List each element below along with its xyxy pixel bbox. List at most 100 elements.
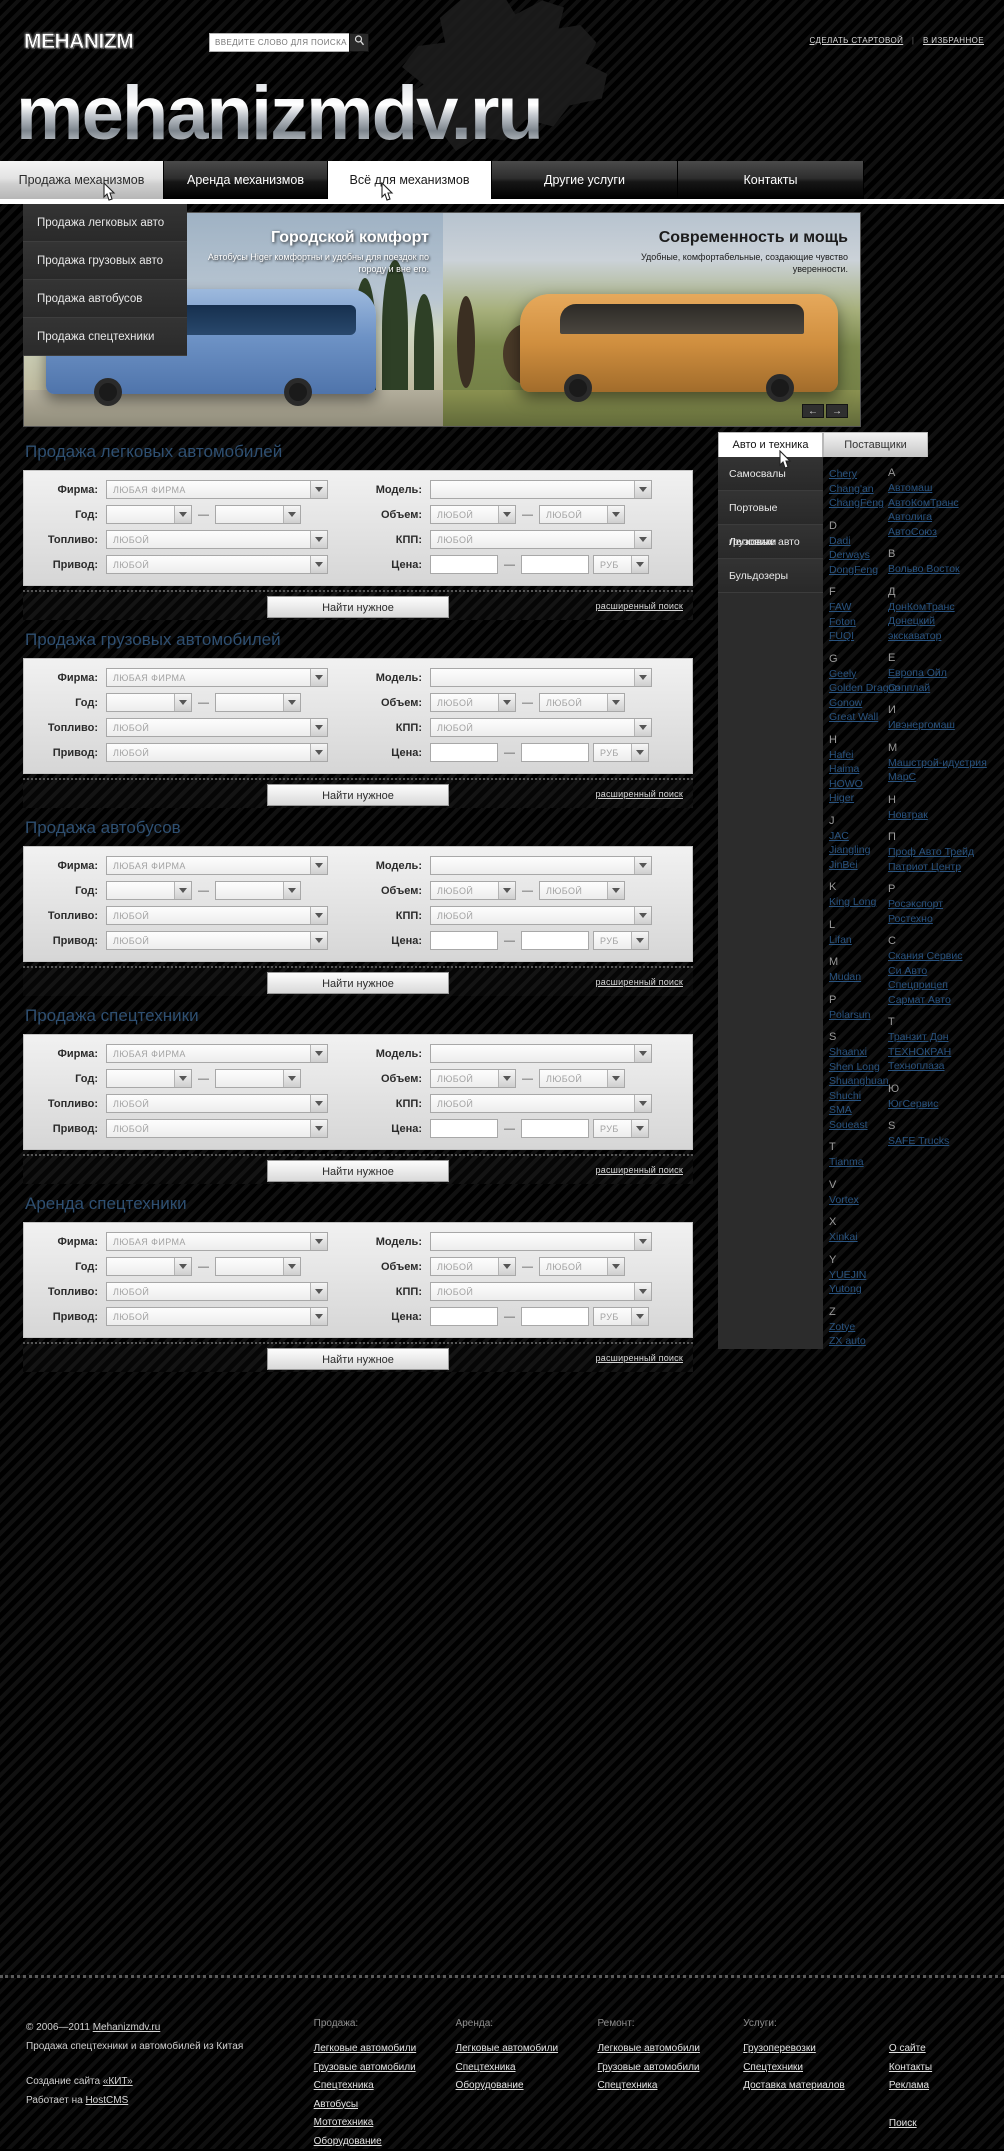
footer-link[interactable]: Грузовые автомобили [314, 2059, 456, 2078]
chevron-down-icon[interactable] [310, 907, 327, 924]
banner-slide-suv[interactable]: Современность и мощь Удобные, комфортабе… [443, 213, 861, 427]
field-volume-to-1[interactable]: любой [539, 693, 625, 712]
supplier-link[interactable]: Транзит Дон [888, 1030, 990, 1045]
tab-auto-i-tehnika[interactable]: Авто и техника [718, 432, 823, 457]
chevron-down-icon[interactable] [634, 1045, 651, 1062]
brand-link[interactable]: Soueast [829, 1118, 880, 1133]
add-favorites-link[interactable]: В ИЗБРАННОЕ [923, 36, 984, 45]
footer-created-link[interactable]: «КИТ» [103, 2076, 133, 2087]
field-model-4[interactable] [430, 1232, 652, 1251]
chevron-down-icon[interactable] [283, 1070, 300, 1087]
field-fuel-4[interactable]: любой [106, 1282, 328, 1301]
footer-link[interactable]: Мототехника [314, 2114, 456, 2133]
extended-search-link-2[interactable]: расширенный поиск [596, 977, 683, 987]
brand-link[interactable]: Chery [829, 467, 880, 482]
chevron-down-icon[interactable] [631, 1120, 648, 1137]
category-legkovye-avto[interactable]: Легковые авто [718, 525, 823, 559]
field-firm-1[interactable]: ЛЮБАЯ ФИРМА [106, 668, 328, 687]
chevron-down-icon[interactable] [498, 1070, 515, 1087]
supplier-link[interactable]: Скания Сервис [888, 949, 990, 964]
field-price-from-2[interactable] [430, 931, 498, 950]
chevron-down-icon[interactable] [631, 556, 648, 573]
brand-link[interactable]: Dadi [829, 534, 880, 549]
brand-link[interactable]: Polarsun [829, 1008, 880, 1023]
supplier-link[interactable]: АвтоСоюз [888, 525, 990, 540]
supplier-link[interactable]: Автомаш [888, 481, 990, 496]
chevron-down-icon[interactable] [283, 882, 300, 899]
field-firm-2[interactable]: ЛЮБАЯ ФИРМА [106, 856, 328, 875]
dropdown-item-avtobusy[interactable]: Продажа автобусов [23, 280, 187, 318]
supplier-link[interactable]: Спецприцеп [888, 978, 990, 993]
field-year-to-0[interactable] [215, 505, 301, 524]
brand-link[interactable]: Vortex [829, 1193, 880, 1208]
supplier-link[interactable]: Ростехно [888, 912, 990, 927]
chevron-down-icon[interactable] [634, 1095, 651, 1112]
brand-link[interactable]: Tianma [829, 1155, 880, 1170]
brand-link[interactable]: Zotye [829, 1320, 880, 1335]
dropdown-item-legkovye[interactable]: Продажа легковых авто [23, 204, 187, 242]
brand-link[interactable]: Shuchi [829, 1089, 880, 1104]
field-price-to-4[interactable] [521, 1307, 589, 1326]
brand-link[interactable]: ChangFeng [829, 496, 880, 511]
chevron-down-icon[interactable] [634, 531, 651, 548]
footer-link[interactable]: О сайте [889, 2040, 1004, 2059]
brand-link[interactable]: Geely [829, 667, 880, 682]
brand-link[interactable]: Hafei [829, 748, 880, 763]
supplier-link[interactable]: Патриот Центр [888, 860, 990, 875]
field-kpp-1[interactable]: любой [430, 718, 652, 737]
category-samosvaly[interactable]: Самосвалы [718, 457, 823, 491]
brand-link[interactable]: Lifan [829, 933, 880, 948]
chevron-down-icon[interactable] [310, 556, 327, 573]
field-model-2[interactable] [430, 856, 652, 875]
chevron-down-icon[interactable] [310, 531, 327, 548]
brand-link[interactable]: Shen Long [829, 1060, 880, 1075]
footer-link[interactable]: Доставка материалов [743, 2077, 889, 2096]
footer-link[interactable]: Грузовые автомобили [597, 2059, 743, 2078]
field-year-from-3[interactable] [106, 1069, 192, 1088]
chevron-down-icon[interactable] [607, 882, 624, 899]
field-fuel-2[interactable]: любой [106, 906, 328, 925]
field-price-from-3[interactable] [430, 1119, 498, 1138]
field-volume-from-4[interactable]: любой [430, 1257, 516, 1276]
brand-link[interactable]: King Long [829, 895, 880, 910]
chevron-down-icon[interactable] [310, 1283, 327, 1300]
field-price-to-0[interactable] [521, 555, 589, 574]
chevron-down-icon[interactable] [310, 669, 327, 686]
site-logo[interactable]: MEHANIZM [24, 30, 133, 54]
nav-item-arenda[interactable]: Аренда механизмов [164, 161, 328, 199]
supplier-link[interactable]: ТЕХНОКРАН [888, 1045, 990, 1060]
brand-link[interactable]: Haima [829, 762, 880, 777]
field-volume-from-3[interactable]: любой [430, 1069, 516, 1088]
brand-link[interactable]: YUEJIN [829, 1268, 880, 1283]
field-fuel-1[interactable]: любой [106, 718, 328, 737]
search-input-wrapper[interactable] [209, 33, 369, 52]
chevron-down-icon[interactable] [310, 1045, 327, 1062]
chevron-down-icon[interactable] [634, 1233, 651, 1250]
chevron-down-icon[interactable] [310, 857, 327, 874]
brand-link[interactable]: Yutong [829, 1282, 880, 1297]
brand-link[interactable]: Chang'an [829, 482, 880, 497]
field-kpp-3[interactable]: любой [430, 1094, 652, 1113]
chevron-down-icon[interactable] [498, 882, 515, 899]
field-volume-to-0[interactable]: любой [539, 505, 625, 524]
field-firm-0[interactable]: ЛЮБАЯ ФИРМА [106, 480, 328, 499]
field-currency-1[interactable]: РУБ [593, 743, 649, 762]
field-volume-from-2[interactable]: любой [430, 881, 516, 900]
field-kpp-4[interactable]: любой [430, 1282, 652, 1301]
extended-search-link-3[interactable]: расширенный поиск [596, 1165, 683, 1175]
supplier-link[interactable]: Си Авто [888, 964, 990, 979]
field-currency-0[interactable]: РУБ [593, 555, 649, 574]
search-submit-button[interactable] [349, 33, 369, 52]
nav-item-kontakty[interactable]: Контакты [678, 161, 864, 199]
brand-link[interactable]: FAW [829, 600, 880, 615]
chevron-down-icon[interactable] [310, 1095, 327, 1112]
brand-link[interactable]: Mudan [829, 970, 880, 985]
find-button-2[interactable]: Найти нужное [267, 972, 449, 994]
supplier-link[interactable]: Вольво Восток [888, 562, 990, 577]
category-buldozery[interactable]: Бульдозеры [718, 559, 823, 593]
supplier-link[interactable]: Европа Ойл Сэпплай [888, 666, 990, 695]
extended-search-link-1[interactable]: расширенный поиск [596, 789, 683, 799]
search-input[interactable] [210, 34, 368, 51]
field-year-from-0[interactable] [106, 505, 192, 524]
footer-link[interactable]: Оборудование [314, 2133, 456, 2151]
